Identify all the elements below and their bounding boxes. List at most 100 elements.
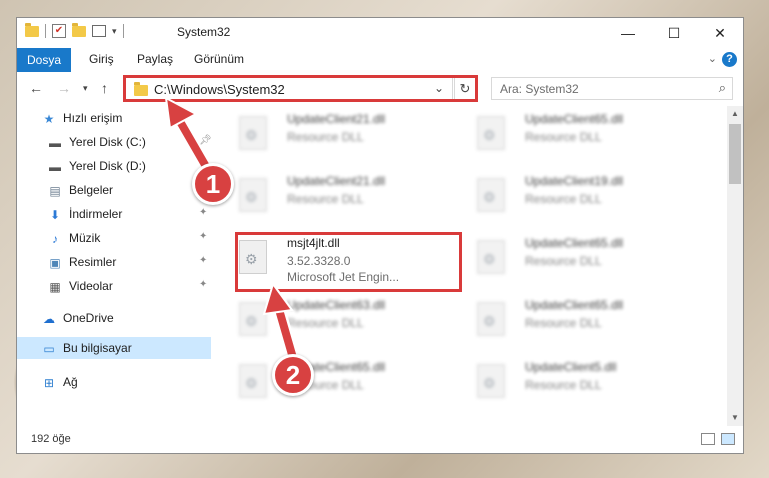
dll-file-icon bbox=[477, 302, 505, 336]
tab-home[interactable]: Giriş bbox=[89, 52, 114, 66]
dll-file-icon bbox=[239, 364, 267, 398]
sidebar-item-music[interactable]: ♪ Müzik bbox=[47, 227, 100, 249]
file-description: Resource DLL bbox=[287, 316, 364, 330]
cloud-icon: ☁ bbox=[43, 311, 55, 326]
sidebar-item-network[interactable]: ⊞ Ağ bbox=[41, 371, 78, 393]
scrollbar-thumb[interactable] bbox=[729, 124, 741, 184]
dll-file-icon bbox=[239, 116, 267, 150]
new-folder-icon[interactable] bbox=[72, 22, 86, 37]
sidebar-item-local-disk-d[interactable]: ▬ Yerel Disk (D:) bbox=[47, 155, 146, 177]
customize-chevron-icon[interactable]: ▾ bbox=[112, 26, 117, 37]
maximize-button[interactable]: ☐ bbox=[651, 18, 697, 48]
sidebar-item-documents[interactable]: ▤ Belgeler bbox=[47, 179, 113, 201]
pin-icon[interactable]: ✦ bbox=[199, 231, 207, 242]
music-icon: ♪ bbox=[52, 231, 58, 246]
file-name: UpdateClient19.dll bbox=[525, 174, 624, 188]
file-description: Resource DLL bbox=[525, 316, 602, 330]
properties-check-icon[interactable]: ✔ bbox=[52, 24, 66, 38]
back-arrow-icon[interactable]: ← bbox=[29, 80, 43, 96]
file-description: Resource DLL bbox=[525, 192, 602, 206]
item-count: 192 öğe bbox=[31, 433, 71, 445]
title-bar: ✔ ▾ System32 — ☐ ✕ bbox=[17, 18, 743, 48]
sidebar-item-label: Hızlı erişim bbox=[63, 111, 123, 125]
dll-file-icon bbox=[477, 116, 505, 150]
properties-icon[interactable] bbox=[92, 25, 106, 37]
videos-icon: ▦ bbox=[49, 279, 61, 294]
file-item[interactable]: UpdateClient5.dll Resource DLL bbox=[467, 354, 667, 412]
pin-icon[interactable]: 📌︎ bbox=[199, 135, 212, 146]
pin-icon[interactable]: ✦ bbox=[199, 255, 207, 266]
tab-file[interactable]: Dosya bbox=[17, 48, 71, 72]
file-item[interactable]: UpdateClient21.dll Resource DLL bbox=[229, 168, 429, 226]
search-placeholder: Ara: System32 bbox=[500, 82, 579, 96]
folder-icon bbox=[25, 22, 39, 37]
sidebar-item-onedrive[interactable]: ☁ OneDrive bbox=[41, 307, 114, 329]
file-item[interactable]: UpdateClient65.dll Resource DLL bbox=[229, 354, 429, 412]
dll-file-icon bbox=[477, 364, 505, 398]
address-highlight-box bbox=[123, 75, 478, 102]
scroll-down-icon[interactable]: ▼ bbox=[727, 410, 743, 426]
pin-icon[interactable]: ✦ bbox=[199, 207, 207, 218]
sidebar-item-label: Müzik bbox=[69, 231, 101, 245]
sidebar-item-label: Resimler bbox=[69, 255, 117, 269]
tab-view[interactable]: Görünüm bbox=[194, 52, 244, 66]
ribbon-tabs: Dosya Giriş Paylaş Görünüm ⌄ ? bbox=[17, 48, 743, 72]
file-description: Resource DLL bbox=[525, 130, 602, 144]
sidebar-item-quick-access[interactable]: ★ Hızlı erişim bbox=[41, 107, 123, 129]
sidebar-item-label: OneDrive bbox=[63, 311, 114, 325]
file-item[interactable]: UpdateClient65.dll Resource DLL bbox=[467, 292, 667, 350]
star-icon: ★ bbox=[43, 111, 55, 126]
sidebar-item-label: Yerel Disk (D:) bbox=[69, 159, 146, 173]
up-arrow-icon[interactable]: ↑ bbox=[101, 80, 108, 96]
file-description: Resource DLL bbox=[525, 378, 602, 392]
sidebar-item-label: İndirmeler bbox=[69, 207, 123, 221]
close-button[interactable]: ✕ bbox=[697, 18, 743, 48]
sidebar-item-label: Yerel Disk (C:) bbox=[69, 135, 146, 149]
sidebar-item-pictures[interactable]: ▣ Resimler bbox=[47, 251, 116, 273]
file-name: UpdateClient5.dll bbox=[525, 360, 617, 374]
sidebar-item-label: Belgeler bbox=[69, 183, 114, 197]
file-item[interactable]: UpdateClient19.dll Resource DLL bbox=[467, 168, 667, 226]
sidebar-item-local-disk-c[interactable]: ▬ Yerel Disk (C:) bbox=[47, 131, 146, 153]
minimize-button[interactable]: — bbox=[605, 18, 651, 48]
file-item[interactable]: UpdateClient65.dll Resource DLL bbox=[467, 230, 667, 288]
expand-ribbon-icon[interactable]: ⌄ bbox=[708, 52, 717, 65]
file-name: UpdateClient65.dll bbox=[525, 236, 624, 250]
dll-file-icon bbox=[477, 178, 505, 212]
details-view-icon[interactable] bbox=[701, 433, 715, 445]
file-name: UpdateClient21.dll bbox=[287, 112, 386, 126]
file-name: UpdateClient21.dll bbox=[287, 174, 386, 188]
pin-icon[interactable]: ✦ bbox=[199, 279, 207, 290]
recent-locations-chevron-icon[interactable]: ▾ bbox=[83, 83, 88, 94]
navigation-pane: ★ Hızlı erişim ▬ Yerel Disk (C:) 📌︎ ▬ Yerel… bbox=[17, 106, 213, 424]
tab-share[interactable]: Paylaş bbox=[137, 52, 173, 66]
window-title: System32 bbox=[177, 25, 231, 39]
file-name: UpdateClient65.dll bbox=[525, 112, 624, 126]
sidebar-item-downloads[interactable]: ⬇ İndirmeler bbox=[47, 203, 122, 225]
file-item[interactable]: UpdateClient65.dll Resource DLL bbox=[467, 106, 667, 164]
sidebar-item-videos[interactable]: ▦ Videolar bbox=[47, 275, 112, 297]
file-item[interactable]: UpdateClient63.dll Resource DLL bbox=[229, 292, 429, 350]
file-name: UpdateClient63.dll bbox=[287, 298, 386, 312]
tiles-view-icon[interactable] bbox=[721, 433, 735, 445]
forward-arrow-icon[interactable]: → bbox=[57, 80, 71, 96]
step-1-callout: 1 bbox=[192, 163, 234, 205]
pictures-icon: ▣ bbox=[49, 255, 61, 270]
file-item[interactable]: UpdateClient21.dll Resource DLL bbox=[229, 106, 429, 164]
drive-icon: ▬ bbox=[49, 159, 61, 174]
scroll-up-icon[interactable]: ▲ bbox=[727, 106, 743, 122]
file-description: Resource DLL bbox=[287, 192, 364, 206]
search-input[interactable]: Ara: System32 ⌕ bbox=[491, 77, 733, 100]
sidebar-item-label: Ağ bbox=[63, 375, 78, 389]
drive-icon: ▬ bbox=[49, 135, 61, 150]
step-2-callout: 2 bbox=[272, 354, 314, 396]
dll-file-icon bbox=[239, 302, 267, 336]
sidebar-item-this-pc[interactable]: ▭ Bu bilgisayar bbox=[17, 337, 211, 359]
file-highlight-box bbox=[235, 232, 462, 292]
sidebar-item-label: Bu bilgisayar bbox=[63, 341, 132, 355]
network-icon: ⊞ bbox=[43, 375, 55, 390]
help-icon[interactable]: ? bbox=[722, 52, 737, 67]
quick-access-toolbar: ✔ ▾ bbox=[25, 22, 124, 38]
vertical-scrollbar[interactable]: ▲ ▼ bbox=[727, 106, 743, 426]
documents-icon: ▤ bbox=[49, 183, 61, 198]
